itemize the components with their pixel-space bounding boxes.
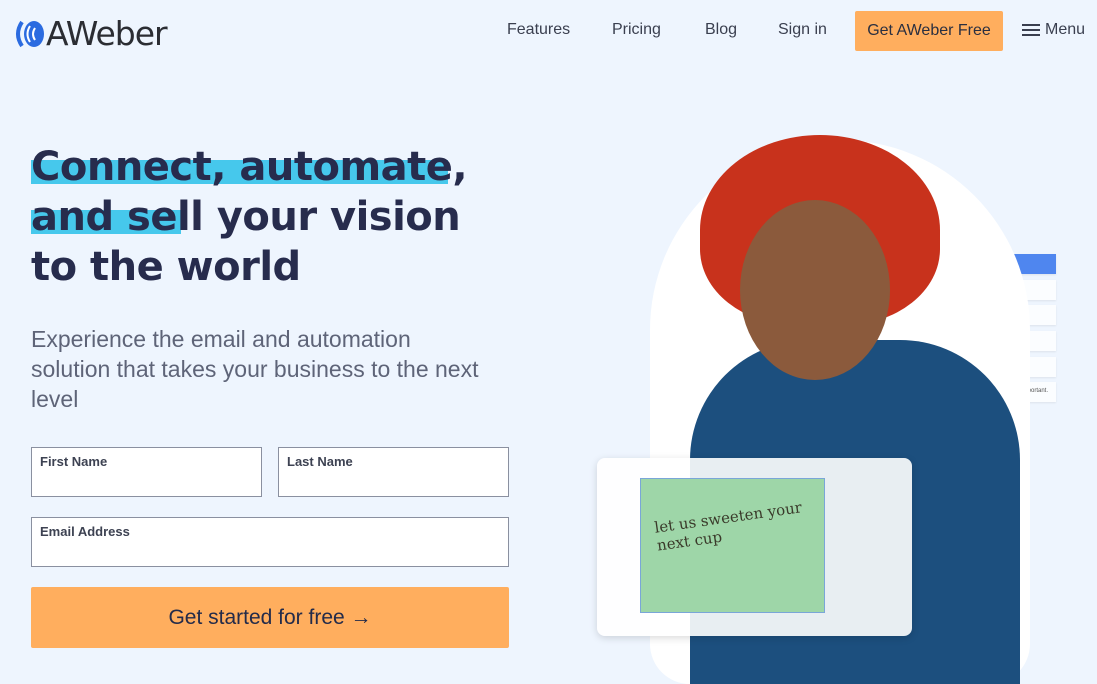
nav-sign-in[interactable]: Sign in — [778, 21, 827, 39]
nav-pricing[interactable]: Pricing — [612, 21, 661, 39]
get-started-button[interactable]: Get started for free → — [31, 587, 509, 648]
last-name-input[interactable] — [287, 476, 494, 492]
hero-subtitle: Experience the email and automation solu… — [31, 326, 479, 412]
last-name-field[interactable]: Last Name — [278, 447, 509, 497]
logo-text: AWeber — [46, 14, 168, 53]
menu-button[interactable]: Menu — [1022, 21, 1085, 39]
email-input[interactable] — [40, 546, 469, 562]
last-name-label: Last Name — [287, 454, 353, 469]
hero-photo-face — [740, 200, 890, 380]
hero-title: Connect, automate, and sell your vision … — [31, 144, 468, 290]
logo-waves-icon — [16, 20, 44, 47]
first-name-input[interactable] — [40, 476, 247, 492]
card-text: let us sweeten your next cup — [653, 498, 803, 555]
top-nav: AWeber Features Pricing Blog Sign in Get… — [0, 0, 1097, 62]
first-name-label: First Name — [40, 454, 108, 469]
email-field[interactable]: Email Address — [31, 517, 509, 567]
hamburger-icon — [1022, 24, 1040, 36]
email-card-preview: let us sweeten your next cup — [640, 478, 825, 613]
menu-label: Menu — [1045, 21, 1086, 38]
email-label: Email Address — [40, 524, 130, 539]
nav-blog[interactable]: Blog — [705, 21, 737, 39]
first-name-field[interactable]: First Name — [31, 447, 262, 497]
aweber-logo[interactable]: AWeber — [14, 14, 168, 53]
nav-features[interactable]: Features — [507, 21, 570, 39]
get-aweber-free-button[interactable]: Get AWeber Free — [855, 11, 1003, 51]
